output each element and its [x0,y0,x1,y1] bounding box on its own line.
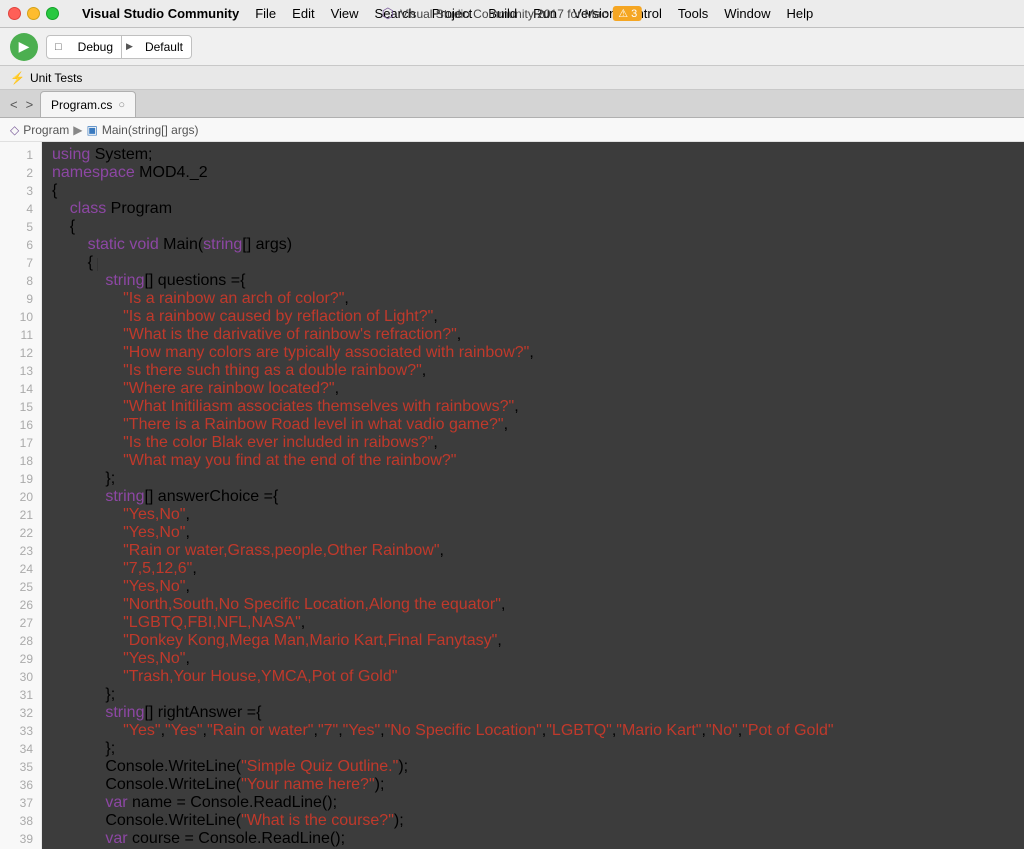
debug-selector[interactable]: □ Debug ▶ Default [46,35,192,59]
warning-badge[interactable]: ⚠ 3 [613,6,642,21]
menu-edit[interactable]: Edit [285,4,321,23]
tab-label: Program.cs [51,98,112,112]
warning-icon: ⚠ [618,7,628,20]
lightning-icon: ⚡ [10,71,25,85]
debug-checkbox-icon: □ [55,41,62,53]
toolbar: ▶ □ Debug ▶ Default [0,28,1024,66]
breadcrumb-main[interactable]: Main(string[] args) [102,123,199,137]
menu-help[interactable]: Help [779,4,820,23]
traffic-lights [8,7,59,20]
close-tab-icon[interactable]: ○ [118,99,125,111]
menu-tools[interactable]: Tools [671,4,715,23]
run-button[interactable]: ▶ [10,33,38,61]
ns-icon: ◇ [10,123,19,137]
menu-file[interactable]: File [248,4,283,23]
title-bar: Visual Studio Community File Edit View S… [0,0,1024,28]
breadcrumb-method-icon: ▣ [86,123,97,137]
maximize-button[interactable] [46,7,59,20]
menu-window[interactable]: Window [717,4,777,23]
tab-navigation: < > [8,97,35,112]
minimize-button[interactable] [27,7,40,20]
unit-tests-bar: ⚡ Unit Tests [0,66,1024,90]
warning-count: 3 [631,8,637,20]
debug-icon-part: □ [47,36,70,58]
unit-tests-label[interactable]: Unit Tests [30,71,82,85]
breadcrumb-program[interactable]: Program [23,123,69,137]
tab-nav-back[interactable]: < [8,97,20,112]
debug-label[interactable]: Debug [70,36,121,58]
window-title: Visual Studio Community 2017 for Mac [400,7,607,21]
window-title-area: ⬡ Visual Studio Community 2017 for Mac ⚠… [382,5,642,22]
default-label[interactable]: Default [137,36,191,58]
close-button[interactable] [8,7,21,20]
chevron-right-icon: ▶ [122,41,137,52]
line-numbers: 1 2 3 4 5 6 7 8 9 10 11 12 13 14 15 16 1… [0,142,42,849]
breadcrumb: ◇ Program ▶ ▣ Main(string[] args) [0,118,1024,142]
code-editor[interactable]: 1 2 3 4 5 6 7 8 9 10 11 12 13 14 15 16 1… [0,142,1024,849]
tab-program-cs[interactable]: Program.cs ○ [40,91,136,117]
menu-app-name[interactable]: Visual Studio Community [75,4,246,23]
code-area[interactable]: using System;namespace MOD4._2{ class Pr… [42,142,1024,849]
tabs-bar: < > Program.cs ○ [0,90,1024,118]
vs-icon: ⬡ [382,5,394,22]
tab-nav-forward[interactable]: > [24,97,36,112]
breadcrumb-separator: ▶ [73,123,82,137]
menu-view[interactable]: View [324,4,366,23]
